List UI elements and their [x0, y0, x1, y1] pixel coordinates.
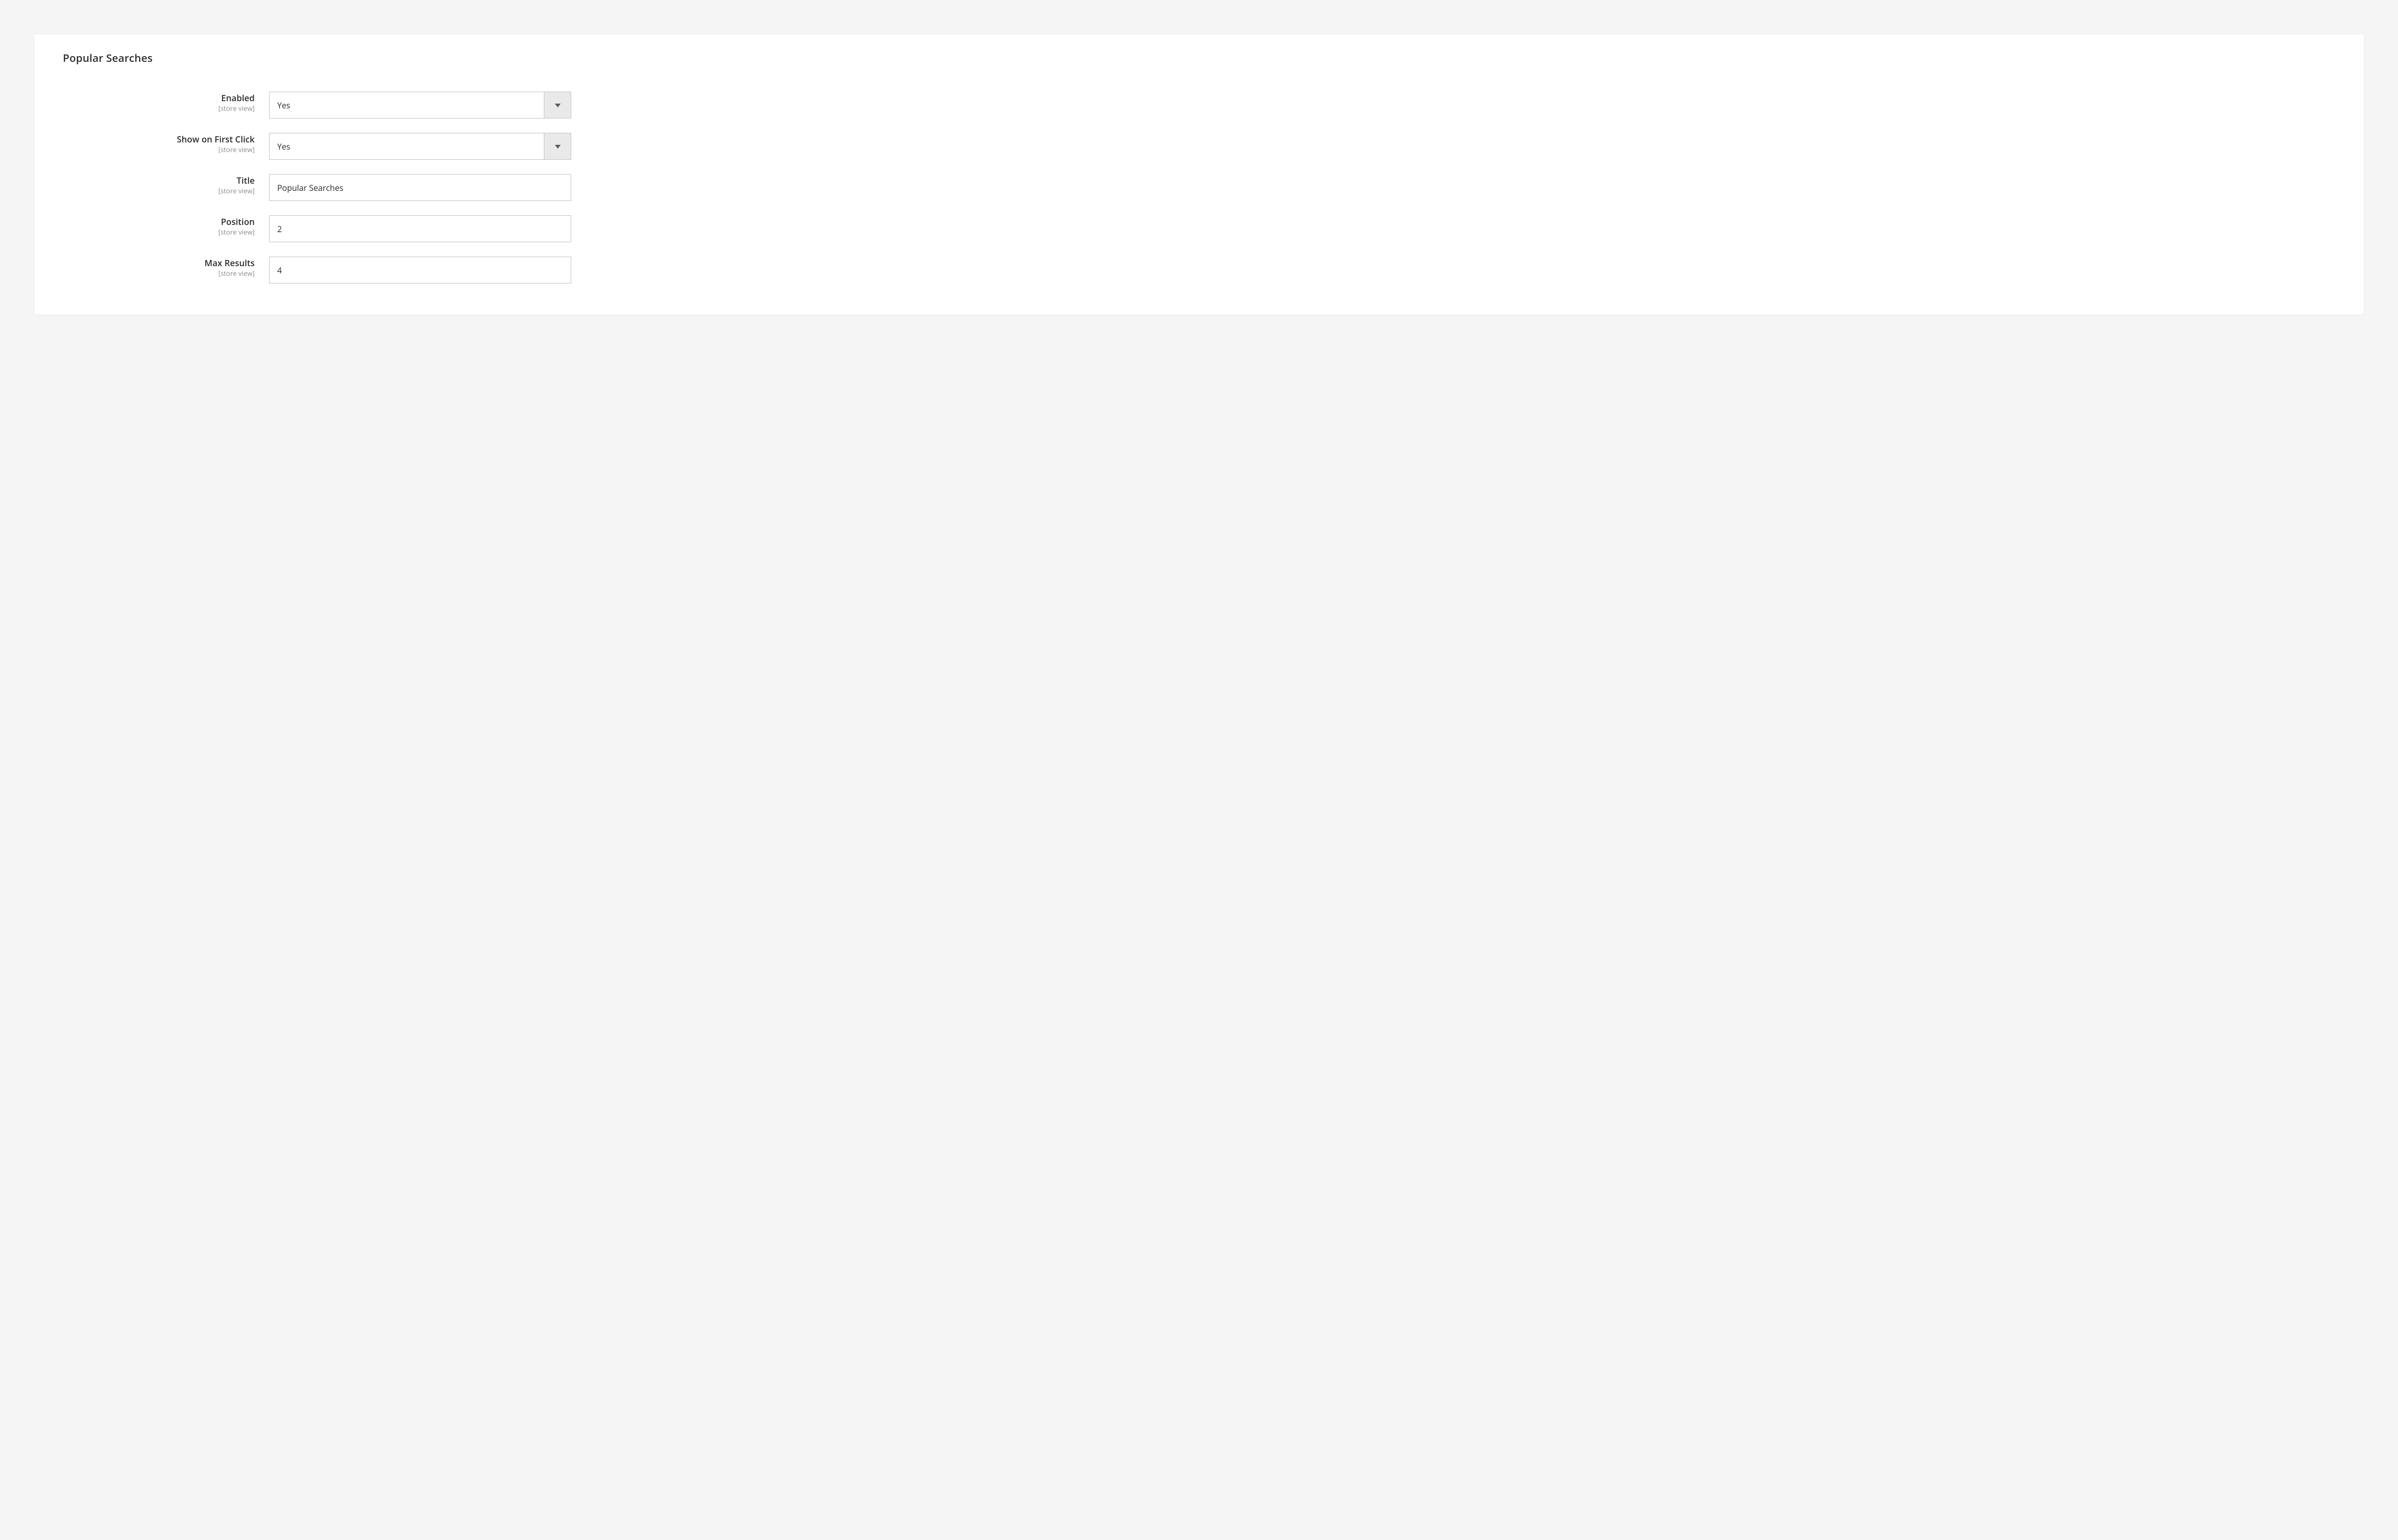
control-col	[269, 174, 571, 201]
control-col: Yes	[269, 133, 571, 160]
label-col: Show on First Click [store view]	[63, 133, 269, 154]
enabled-label: Enabled	[63, 94, 255, 104]
field-row-position: Position [store view]	[63, 215, 2335, 242]
control-col	[269, 215, 571, 242]
show-on-first-click-value: Yes	[270, 133, 544, 159]
field-row-title: Title [store view]	[63, 174, 2335, 201]
show-on-first-click-label: Show on First Click	[63, 135, 255, 145]
max-results-input[interactable]	[269, 257, 571, 283]
label-col: Title [store view]	[63, 174, 269, 195]
position-scope: [store view]	[63, 229, 255, 237]
title-scope: [store view]	[63, 188, 255, 196]
position-label: Position	[63, 217, 255, 228]
position-input[interactable]	[269, 215, 571, 242]
show-on-first-click-select[interactable]: Yes	[269, 133, 571, 160]
field-row-max-results: Max Results [store view]	[63, 257, 2335, 283]
label-col: Position [store view]	[63, 215, 269, 236]
control-col	[269, 257, 571, 283]
show-on-first-click-dropdown-button[interactable]	[544, 133, 571, 159]
field-row-show-on-first-click: Show on First Click [store view] Yes	[63, 133, 2335, 160]
label-col: Enabled [store view]	[63, 92, 269, 113]
max-results-scope: [store view]	[63, 270, 255, 278]
max-results-label: Max Results	[63, 259, 255, 269]
section-title: Popular Searches	[63, 51, 2335, 65]
title-label: Title	[63, 176, 255, 187]
enabled-select[interactable]: Yes	[269, 92, 571, 118]
field-row-enabled: Enabled [store view] Yes	[63, 92, 2335, 118]
title-input[interactable]	[269, 174, 571, 201]
control-col: Yes	[269, 92, 571, 118]
enabled-value: Yes	[270, 92, 544, 118]
label-col: Max Results [store view]	[63, 257, 269, 278]
chevron-down-icon	[555, 102, 561, 109]
popular-searches-panel: Popular Searches Enabled [store view] Ye…	[34, 34, 2364, 315]
show-on-first-click-scope: [store view]	[63, 146, 255, 154]
chevron-down-icon	[555, 143, 561, 150]
enabled-dropdown-button[interactable]	[544, 92, 571, 118]
enabled-scope: [store view]	[63, 105, 255, 113]
